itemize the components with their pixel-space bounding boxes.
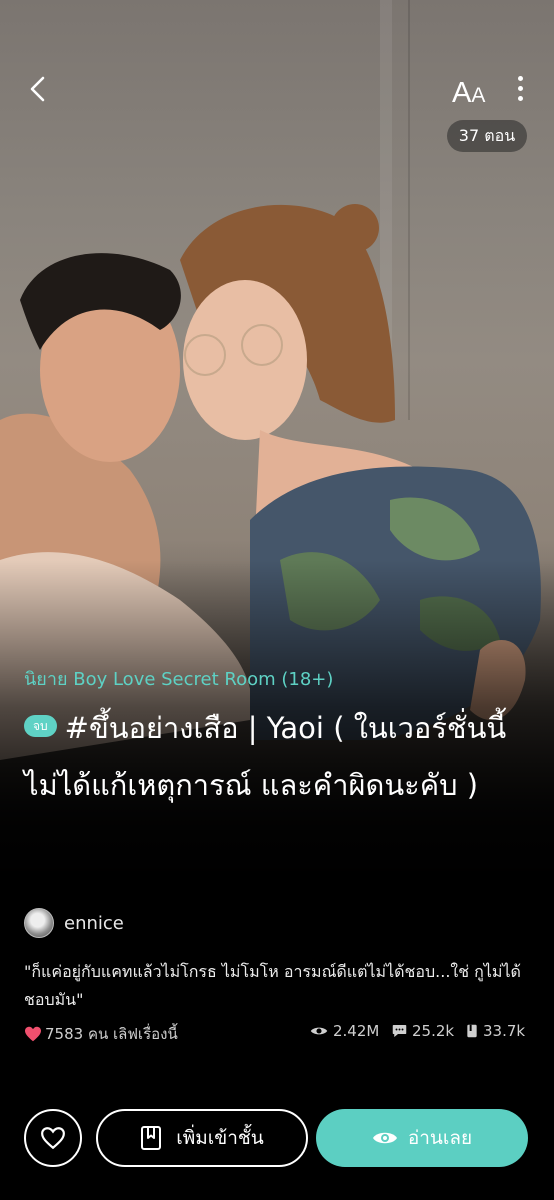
status-badge: จบ: [24, 715, 57, 737]
more-options-button[interactable]: [510, 76, 530, 106]
cover-image: [0, 0, 554, 1200]
author-name: ennice: [64, 912, 124, 934]
views-count: 2.42M: [333, 1022, 380, 1040]
book-icon: [467, 1024, 477, 1038]
font-size-button[interactable]: A A: [452, 72, 496, 108]
stats-row: 7583 คน เลิฟเรื่องนี้ 2.42M 25.2k 33.7k: [24, 1022, 530, 1044]
add-to-library-label: เพิ่มเข้าชั้น: [176, 1127, 264, 1149]
eye-icon: [372, 1132, 397, 1144]
library-count: 33.7k: [483, 1022, 526, 1040]
views-stat: 2.42M: [310, 1022, 379, 1040]
chevron-left-icon: [30, 76, 45, 102]
category-label[interactable]: นิยาย Boy Love Secret Room (18+): [24, 664, 333, 693]
font-size-icon-small: A: [471, 84, 486, 107]
novel-title: จบ #ขึ้นอย่างเสือ | Yaoi ( ในเวอร์ชั่นนี้…: [24, 700, 534, 814]
library-stat: 33.7k: [466, 1022, 525, 1040]
back-button[interactable]: [22, 72, 56, 106]
heart-icon: [25, 1026, 41, 1042]
like-button[interactable]: [24, 1109, 82, 1167]
read-now-button[interactable]: อ่านเลย: [316, 1109, 528, 1167]
comment-icon: [392, 1025, 407, 1037]
font-size-icon-large: A: [452, 77, 472, 109]
novel-blurb: "ก็แค่อยู่กับแคทแล้วไม่โกรธ ไม่โมโห อารม…: [24, 962, 521, 1009]
bookmark-book-icon: [141, 1126, 162, 1150]
title-text: #ขึ้นอย่างเสือ | Yaoi ( ในเวอร์ชั่นนี้ไม…: [24, 711, 507, 802]
eye-icon: [310, 1027, 328, 1035]
read-now-label: อ่านเลย: [407, 1127, 473, 1149]
episode-count-badge: 37 ตอน: [447, 120, 527, 152]
more-vertical-icon: [510, 76, 530, 101]
likes-stat: 7583 คน เลิฟเรื่องนี้: [24, 1022, 178, 1046]
author-row[interactable]: ennice: [24, 908, 124, 938]
avatar: [24, 908, 54, 938]
add-to-library-button[interactable]: เพิ่มเข้าชั้น: [96, 1109, 308, 1167]
heart-outline-icon: [41, 1127, 65, 1150]
comments-stat: 25.2k: [392, 1022, 454, 1040]
comments-count: 25.2k: [412, 1022, 455, 1040]
likes-text: 7583 คน เลิฟเรื่องนี้: [45, 1025, 178, 1043]
